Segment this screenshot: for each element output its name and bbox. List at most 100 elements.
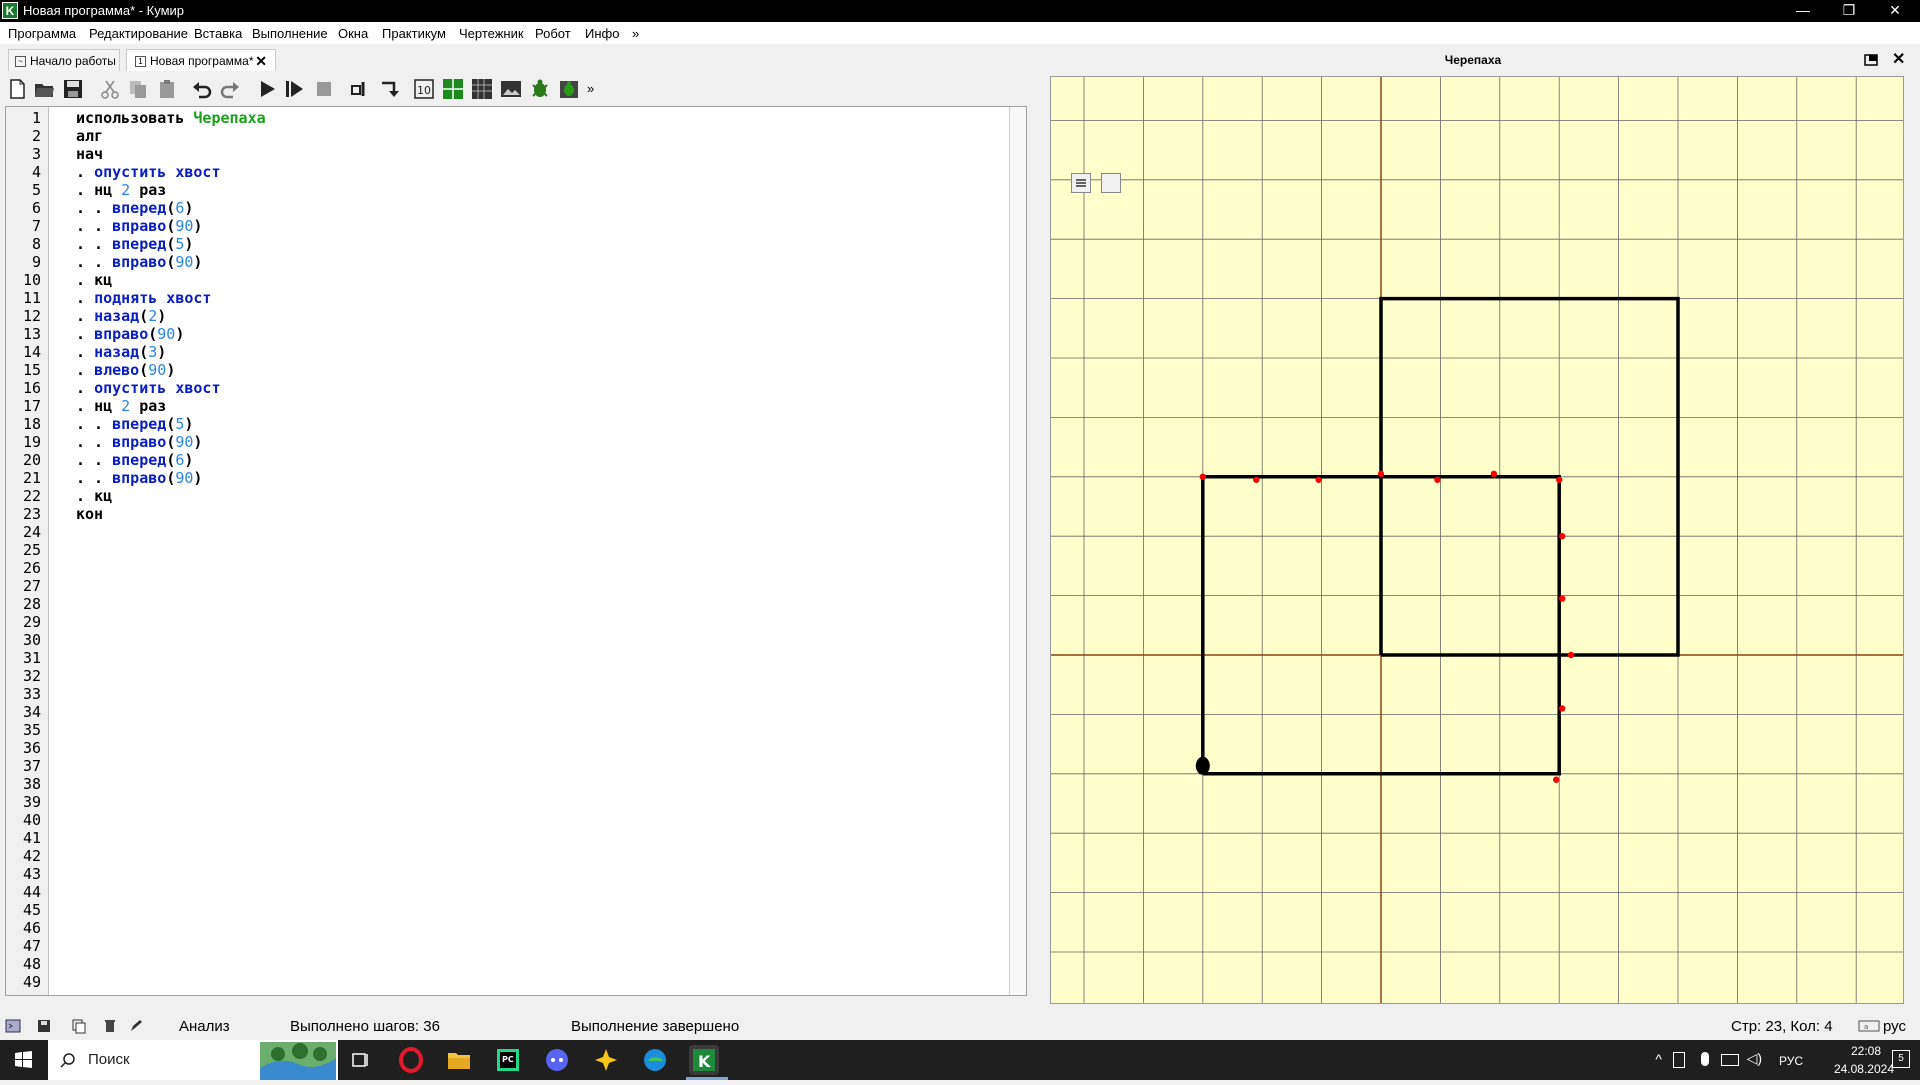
copy-icon[interactable] bbox=[127, 78, 149, 100]
tab-close-icon[interactable]: ✕ bbox=[255, 50, 267, 72]
undo-icon[interactable] bbox=[191, 78, 213, 100]
code-line[interactable]: . опустить хвост bbox=[76, 379, 221, 397]
cut-icon[interactable] bbox=[99, 78, 121, 100]
open-folder-icon[interactable] bbox=[33, 78, 55, 100]
keyboard-layout[interactable]: рус bbox=[1883, 1018, 1906, 1035]
code-line[interactable]: . кц bbox=[76, 271, 112, 289]
step-over-icon[interactable] bbox=[349, 78, 371, 100]
code-line[interactable]: использовать Черепаха bbox=[76, 109, 266, 127]
code-line[interactable]: . . вправо(90) bbox=[76, 253, 202, 271]
line-number: 11 bbox=[22, 289, 41, 307]
edit-icon[interactable] bbox=[128, 1018, 144, 1034]
canvas-view-icon[interactable] bbox=[1101, 173, 1121, 193]
float-window-icon[interactable] bbox=[1864, 53, 1878, 66]
save-output-icon[interactable] bbox=[36, 1018, 52, 1034]
menu-program[interactable]: Программа bbox=[8, 26, 76, 41]
clock-time[interactable]: 22:08 bbox=[1851, 1044, 1881, 1058]
code-line[interactable]: . . вправо(90) bbox=[76, 469, 202, 487]
paste-icon[interactable] bbox=[156, 78, 178, 100]
line-number: 10 bbox=[22, 271, 41, 289]
code-line[interactable]: . . вперед(5) bbox=[76, 235, 193, 253]
code-line[interactable]: . опустить хвост bbox=[76, 163, 221, 181]
code-line[interactable]: . влево(90) bbox=[76, 361, 175, 379]
run-steps-icon[interactable] bbox=[283, 78, 305, 100]
tray-device-icon[interactable] bbox=[1673, 1052, 1685, 1068]
code-line[interactable]: . . вправо(90) bbox=[76, 433, 202, 451]
tray-chevron-icon[interactable]: ^ bbox=[1655, 1051, 1662, 1067]
turtle-doc-icon[interactable] bbox=[558, 78, 580, 100]
token-num: 90 bbox=[157, 325, 176, 343]
clear-output-icon[interactable] bbox=[102, 1018, 118, 1034]
code-line[interactable]: . нц 2 раз bbox=[76, 397, 166, 415]
clock-date[interactable]: 24.08.2024 bbox=[1834, 1062, 1894, 1076]
variables-icon[interactable]: 10 bbox=[413, 78, 435, 100]
pycharm-icon[interactable]: PC bbox=[493, 1045, 523, 1075]
menu-insert[interactable]: Вставка bbox=[194, 26, 242, 41]
redo-icon[interactable] bbox=[219, 78, 241, 100]
console-icon[interactable] bbox=[5, 1018, 21, 1034]
menu-edit[interactable]: Редактирование bbox=[89, 26, 188, 41]
code-line[interactable]: алг bbox=[76, 127, 103, 145]
opera-icon[interactable] bbox=[396, 1045, 426, 1075]
restore-button[interactable]: ❐ bbox=[1826, 0, 1872, 22]
menu-more[interactable]: » bbox=[632, 26, 639, 41]
canvas-menu-icon[interactable] bbox=[1071, 173, 1091, 193]
turtle-canvas[interactable] bbox=[1050, 76, 1904, 1004]
menu-drawer[interactable]: Чертежник bbox=[459, 26, 524, 41]
winamp-icon[interactable] bbox=[591, 1045, 621, 1075]
close-button[interactable]: ✕ bbox=[1872, 0, 1918, 22]
turtle-icon[interactable] bbox=[529, 78, 551, 100]
code-line[interactable]: . вправо(90) bbox=[76, 325, 184, 343]
step-into-icon[interactable] bbox=[378, 78, 400, 100]
code-line[interactable]: . поднять хвост bbox=[76, 289, 211, 307]
robot-field-icon[interactable] bbox=[442, 78, 464, 100]
analysis-label[interactable]: Анализ bbox=[179, 1018, 230, 1035]
discord-icon[interactable] bbox=[542, 1045, 572, 1075]
image-icon[interactable] bbox=[500, 78, 522, 100]
language-indicator[interactable]: РУС bbox=[1779, 1054, 1803, 1068]
table-icon[interactable] bbox=[471, 78, 493, 100]
code-line[interactable]: нач bbox=[76, 145, 103, 163]
menu-info[interactable]: Инфо bbox=[585, 26, 619, 41]
new-file-icon[interactable] bbox=[6, 78, 28, 100]
notifications-icon[interactable]: 5 bbox=[1892, 1050, 1910, 1068]
stop-icon[interactable] bbox=[313, 78, 335, 100]
task-view-icon[interactable] bbox=[346, 1045, 376, 1075]
line-number: 4 bbox=[31, 163, 41, 181]
run-icon[interactable] bbox=[256, 78, 278, 100]
code-line[interactable]: . назад(2) bbox=[76, 307, 166, 325]
save-icon[interactable] bbox=[62, 78, 84, 100]
file-explorer-icon[interactable] bbox=[444, 1045, 474, 1075]
tab-new-program[interactable]: 1 Новая программа* ✕ bbox=[126, 49, 276, 71]
windows-start-icon[interactable] bbox=[0, 1040, 46, 1080]
code-line[interactable]: . нц 2 раз bbox=[76, 181, 166, 199]
menu-windows[interactable]: Окна bbox=[338, 26, 368, 41]
taskbar-search[interactable]: Поиск bbox=[48, 1040, 338, 1080]
toolbar-more[interactable]: » bbox=[587, 78, 609, 100]
kumir-icon[interactable]: K bbox=[689, 1045, 719, 1075]
turtle-panel-close-icon[interactable]: ✕ bbox=[1892, 49, 1905, 69]
code-editor[interactable]: 1 2 3 4 5 6 7 8 9 10 11 12 13 14 15 16 17 18 19 20 21 22 23 24 2… bbox=[5, 106, 1027, 996]
code-line[interactable]: . . вправо(90) bbox=[76, 217, 202, 235]
edge-icon[interactable] bbox=[640, 1045, 670, 1075]
code-line[interactable]: . . вперед(6) bbox=[76, 451, 193, 469]
menu-robot[interactable]: Робот bbox=[535, 26, 571, 41]
code-line[interactable]: . . вперед(5) bbox=[76, 415, 193, 433]
network-icon[interactable] bbox=[1721, 1054, 1739, 1066]
tab-start[interactable]: ~ Начало работы bbox=[8, 49, 120, 71]
vertical-scrollbar[interactable] bbox=[1009, 107, 1026, 995]
token-kw: раз bbox=[130, 181, 167, 199]
menu-run[interactable]: Выполнение bbox=[252, 26, 328, 41]
microphone-icon[interactable] bbox=[1701, 1052, 1709, 1066]
minimize-button[interactable]: — bbox=[1780, 0, 1826, 22]
line-number: 30 bbox=[22, 631, 41, 649]
code-line[interactable]: кон bbox=[76, 505, 103, 523]
volume-icon[interactable]: ◁) bbox=[1747, 1050, 1762, 1067]
menu-practicum[interactable]: Практикум bbox=[382, 26, 446, 41]
code-line[interactable]: . назад(3) bbox=[76, 343, 166, 361]
token-kw: ( bbox=[166, 217, 176, 235]
copy-output-icon[interactable] bbox=[71, 1018, 87, 1034]
code-line[interactable]: . кц bbox=[76, 487, 112, 505]
turtle-panel-title: Черепаха bbox=[1444, 53, 1502, 67]
code-line[interactable]: . . вперед(6) bbox=[76, 199, 193, 217]
